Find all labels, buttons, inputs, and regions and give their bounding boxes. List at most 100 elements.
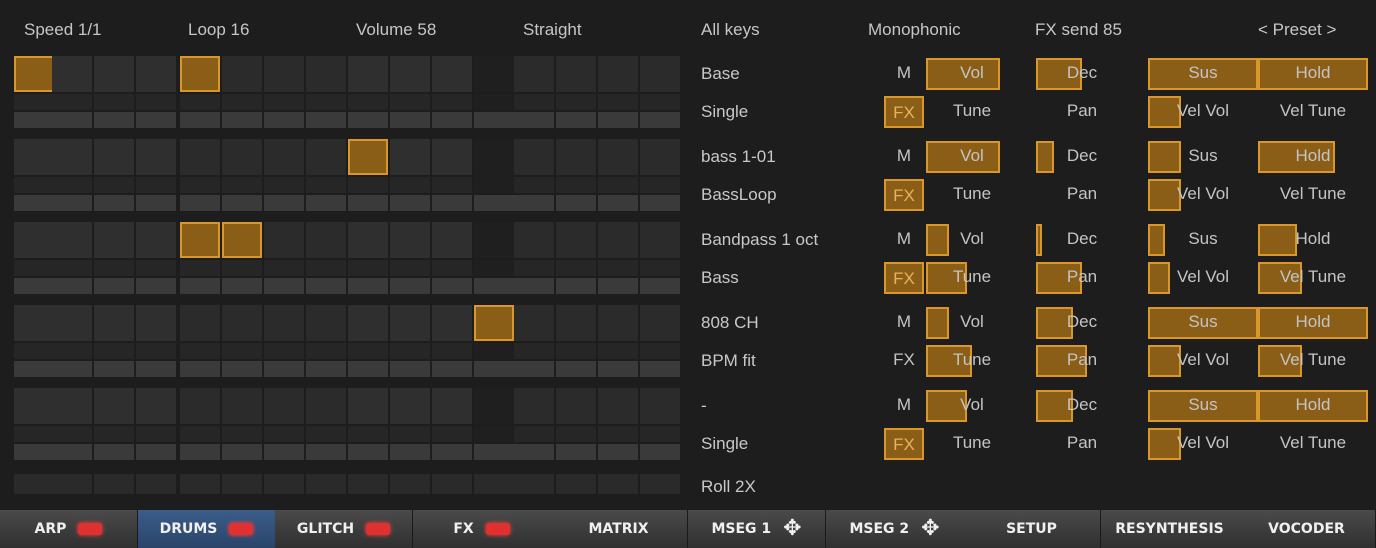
tune-slider[interactable]: Tune: [926, 262, 1018, 294]
step-pad[interactable]: [514, 388, 554, 424]
lane-mode[interactable]: Single: [701, 96, 748, 128]
step-velocity[interactable]: [306, 343, 346, 359]
tab-glitch[interactable]: GLITCH: [275, 510, 413, 548]
step-pad[interactable]: [432, 139, 472, 175]
tab-setup[interactable]: SETUP: [963, 510, 1101, 548]
roll-step[interactable]: [264, 474, 304, 494]
step-pad[interactable]: [222, 388, 262, 424]
step-velocity[interactable]: [556, 343, 596, 359]
tune-slider[interactable]: Tune: [926, 96, 1018, 128]
velocity-tune-slider[interactable]: Vel Tune: [1258, 262, 1368, 294]
step-velocity[interactable]: [264, 260, 304, 276]
step-pad[interactable]: [136, 56, 176, 92]
voice-mode-control[interactable]: Monophonic: [868, 14, 961, 46]
step-pad[interactable]: [136, 139, 176, 175]
step-pad[interactable]: [264, 388, 304, 424]
step-pad[interactable]: [514, 56, 554, 92]
step-pad[interactable]: [136, 305, 176, 341]
step-velocity[interactable]: [264, 426, 304, 442]
step-pad[interactable]: [306, 139, 346, 175]
step-velocity[interactable]: [598, 177, 638, 193]
step-velocity[interactable]: [94, 426, 134, 442]
pan-slider[interactable]: Pan: [1036, 96, 1128, 128]
roll-step[interactable]: [348, 474, 388, 494]
step-velocity[interactable]: [222, 177, 262, 193]
volume-control[interactable]: Volume 58: [356, 14, 436, 46]
step-pad[interactable]: [136, 222, 176, 258]
step-velocity[interactable]: [514, 343, 554, 359]
step-pad[interactable]: [474, 388, 514, 424]
fx-send-control[interactable]: FX send 85: [1035, 14, 1122, 46]
step-velocity[interactable]: [514, 177, 554, 193]
step-pad[interactable]: [306, 222, 346, 258]
step-pad[interactable]: [598, 388, 638, 424]
step-pad[interactable]: [348, 56, 388, 92]
step-velocity[interactable]: [556, 260, 596, 276]
mute-button[interactable]: M: [884, 224, 924, 256]
step-pad[interactable]: [514, 222, 554, 258]
step-velocity[interactable]: [474, 426, 514, 442]
volume-slider[interactable]: Vol: [926, 390, 1018, 422]
step-pad[interactable]: [180, 56, 220, 92]
step-velocity[interactable]: [348, 260, 388, 276]
step-velocity[interactable]: [180, 260, 220, 276]
step-velocity[interactable]: [180, 94, 220, 110]
step-velocity[interactable]: [474, 94, 514, 110]
pan-slider[interactable]: Pan: [1036, 262, 1128, 294]
step-pad[interactable]: [94, 388, 134, 424]
step-pad[interactable]: [94, 305, 134, 341]
roll-step[interactable]: [52, 474, 92, 494]
mute-button[interactable]: M: [884, 58, 924, 90]
step-velocity[interactable]: [514, 426, 554, 442]
step-velocity[interactable]: [94, 343, 134, 359]
step-pad[interactable]: [52, 305, 92, 341]
step-pad[interactable]: [640, 305, 680, 341]
volume-slider[interactable]: Vol: [926, 224, 1018, 256]
volume-slider[interactable]: Vol: [926, 307, 1018, 339]
roll-step[interactable]: [432, 474, 472, 494]
keys-control[interactable]: All keys: [701, 14, 760, 46]
step-velocity[interactable]: [14, 426, 54, 442]
step-velocity[interactable]: [432, 343, 472, 359]
fx-toggle[interactable]: FX: [884, 96, 924, 128]
step-velocity[interactable]: [52, 426, 92, 442]
step-pad[interactable]: [556, 139, 596, 175]
step-pad[interactable]: [556, 56, 596, 92]
step-pad[interactable]: [390, 388, 430, 424]
step-pad[interactable]: [264, 222, 304, 258]
roll-step[interactable]: [514, 474, 554, 494]
step-velocity[interactable]: [264, 94, 304, 110]
step-velocity[interactable]: [556, 426, 596, 442]
step-velocity[interactable]: [348, 343, 388, 359]
step-pad[interactable]: [514, 139, 554, 175]
step-velocity[interactable]: [222, 94, 262, 110]
step-velocity[interactable]: [556, 94, 596, 110]
sustain-slider[interactable]: Sus: [1148, 58, 1258, 90]
step-velocity[interactable]: [598, 260, 638, 276]
step-velocity[interactable]: [348, 94, 388, 110]
tab-arp[interactable]: ARP: [0, 510, 138, 548]
sustain-slider[interactable]: Sus: [1148, 390, 1258, 422]
decay-slider[interactable]: Dec: [1036, 141, 1128, 173]
decay-slider[interactable]: Dec: [1036, 307, 1128, 339]
velocity-volume-slider[interactable]: Vel Vol: [1148, 428, 1258, 460]
step-pad[interactable]: [264, 305, 304, 341]
step-velocity[interactable]: [264, 343, 304, 359]
step-velocity[interactable]: [598, 426, 638, 442]
tab-mseg-1[interactable]: MSEG 1 ✥: [688, 510, 826, 548]
step-pad[interactable]: [52, 388, 92, 424]
tab-matrix[interactable]: MATRIX: [550, 510, 688, 548]
tune-slider[interactable]: Tune: [926, 345, 1018, 377]
step-velocity[interactable]: [136, 177, 176, 193]
lane-sample-name[interactable]: -: [701, 390, 707, 422]
step-velocity[interactable]: [136, 94, 176, 110]
roll-step[interactable]: [474, 474, 514, 494]
step-velocity[interactable]: [136, 260, 176, 276]
step-velocity[interactable]: [94, 94, 134, 110]
step-velocity[interactable]: [640, 260, 680, 276]
step-pad[interactable]: [222, 56, 262, 92]
roll-step[interactable]: [180, 474, 220, 494]
move-icon[interactable]: ✥: [783, 518, 801, 540]
velocity-volume-slider[interactable]: Vel Vol: [1148, 179, 1258, 211]
step-pad[interactable]: [474, 222, 514, 258]
